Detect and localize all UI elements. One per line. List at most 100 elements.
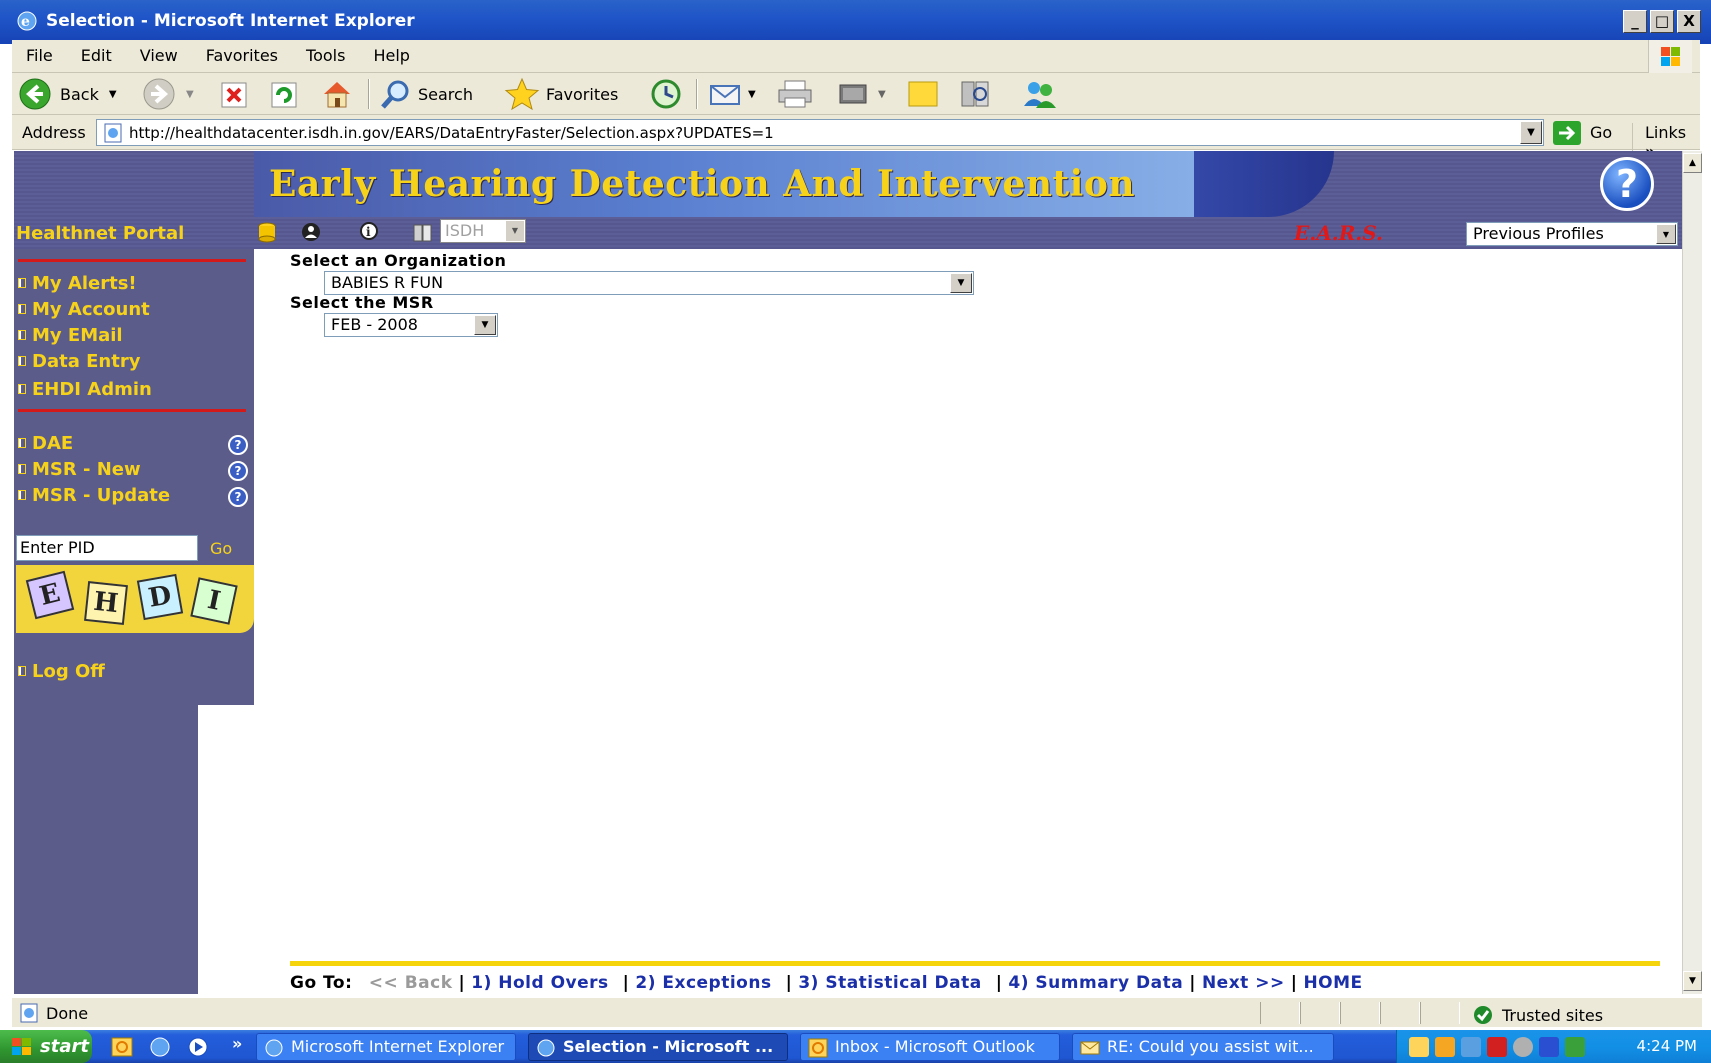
sidebar-item-msr-new[interactable]: MSR - New [18, 459, 141, 480]
menu-view[interactable]: View [126, 40, 192, 65]
address-input[interactable]: http://healthdatacenter.isdh.in.gov/EARS… [96, 119, 1544, 146]
tray-display-icon[interactable] [1539, 1037, 1559, 1057]
edit-button[interactable]: ▼ [836, 77, 886, 111]
sidebar-item-my-account[interactable]: My Account [18, 299, 150, 320]
goto-next-link[interactable]: Next >> [1202, 973, 1285, 993]
goto-home-link[interactable]: HOME [1303, 973, 1362, 993]
database-icon[interactable] [256, 221, 278, 243]
research-icon [961, 81, 989, 107]
close-button[interactable]: X [1677, 10, 1701, 33]
previous-profiles-select[interactable]: Previous Profiles ▼ [1466, 222, 1678, 246]
tray-java-icon[interactable] [1435, 1037, 1455, 1057]
quicklaunch-outlook-icon[interactable] [110, 1036, 134, 1058]
forward-arrow-icon [143, 78, 175, 110]
task-selection-ie[interactable]: Selection - Microsoft ... [528, 1033, 788, 1061]
sidebar-item-my-email[interactable]: My EMail [18, 325, 123, 346]
menu-favorites[interactable]: Favorites [192, 40, 292, 65]
organization-select[interactable]: BABIES R FUN ▼ [324, 271, 974, 295]
tray-antivirus-icon[interactable] [1487, 1037, 1507, 1057]
ie-icon: e [17, 11, 37, 31]
pid-go-button[interactable]: Go [210, 539, 232, 558]
task-email-message[interactable]: RE: Could you assist wit... [1072, 1033, 1334, 1061]
sidebar-item-log-off[interactable]: Log Off [18, 661, 105, 682]
isdh-select[interactable]: ISDH ▼ [440, 219, 526, 243]
discuss-button[interactable] [906, 77, 942, 111]
tray-network-icon[interactable] [1461, 1037, 1481, 1057]
toolbar-separator [696, 79, 698, 109]
task-outlook-inbox[interactable]: Inbox - Microsoft Outlook [800, 1033, 1060, 1061]
goto-exceptions-link[interactable]: 2) Exceptions [635, 973, 771, 993]
msr-select[interactable]: FEB - 2008 ▼ [324, 313, 498, 337]
pid-input[interactable]: Enter PID [16, 535, 198, 561]
tray-outlook-icon[interactable] [1409, 1037, 1429, 1057]
ie-icon [537, 1039, 555, 1057]
address-go-button[interactable]: Go [1552, 119, 1612, 146]
sidebar-item-msr-update[interactable]: MSR - Update [18, 485, 170, 506]
home-button[interactable] [320, 77, 354, 111]
maximize-button[interactable]: □ [1650, 10, 1674, 33]
bullet-icon [18, 490, 26, 500]
chevron-down-icon[interactable]: ▼ [474, 315, 496, 335]
chevron-down-icon[interactable]: ▼ [1656, 224, 1676, 244]
chevron-down-icon[interactable]: ▼ [506, 221, 524, 241]
chevron-down-icon[interactable]: ▼ [748, 89, 756, 100]
server-icon[interactable] [412, 221, 434, 243]
start-button[interactable]: start [0, 1030, 92, 1063]
chevron-down-icon[interactable]: ▼ [878, 89, 886, 100]
page-content: Early Hearing Detection And Intervention… [14, 151, 1682, 994]
window-title-bar[interactable]: e Selection - Microsoft Internet Explore… [0, 0, 1711, 44]
tray-battery-icon[interactable] [1565, 1037, 1585, 1057]
sidebar-item-ehdi-admin[interactable]: EHDI Admin [18, 379, 152, 400]
search-button[interactable]: Search [380, 77, 473, 111]
stop-button[interactable] [220, 77, 250, 111]
chevron-down-icon[interactable]: ▼ [186, 89, 194, 100]
print-button[interactable] [776, 77, 814, 111]
sidebar-item-dae[interactable]: DAE [18, 433, 73, 454]
bullet-icon [18, 666, 26, 676]
clock[interactable]: 4:24 PM [1637, 1037, 1697, 1055]
favorites-button[interactable]: Favorites [504, 77, 618, 111]
menu-edit[interactable]: Edit [67, 40, 126, 65]
back-button[interactable]: Back ▼ [18, 77, 117, 111]
address-dropdown-arrow-icon[interactable]: ▼ [1520, 121, 1542, 144]
goto-statistical-data-link[interactable]: 3) Statistical Data [798, 973, 981, 993]
security-zone[interactable]: Trusted sites [1472, 1004, 1603, 1026]
healthnet-portal-link[interactable]: Healthnet Portal [16, 223, 184, 244]
messenger-button[interactable] [1020, 77, 1060, 111]
scroll-down-arrow-icon[interactable]: ▼ [1683, 971, 1702, 991]
toolbar-separator [368, 79, 370, 109]
task-internet-explorer[interactable]: Microsoft Internet Explorer [256, 1033, 516, 1061]
back-arrow-icon [19, 78, 51, 110]
info-icon[interactable]: i [358, 221, 380, 243]
tray-volume-icon[interactable] [1513, 1037, 1533, 1057]
msr-new-help-icon[interactable]: ? [228, 461, 248, 481]
user-icon[interactable] [300, 221, 322, 243]
goto-summary-data-link[interactable]: 4) Summary Data [1008, 973, 1183, 993]
help-icon[interactable]: ? [1600, 157, 1654, 211]
goto-hold-overs-link[interactable]: 1) Hold Overs [471, 973, 608, 993]
quicklaunch-ie-icon[interactable] [148, 1036, 172, 1058]
quicklaunch-chevron-icon[interactable]: » [232, 1034, 242, 1053]
scroll-up-arrow-icon[interactable]: ▲ [1683, 153, 1702, 173]
mail-button[interactable]: ▼ [708, 77, 756, 111]
quicklaunch-media-icon[interactable] [186, 1036, 210, 1058]
chevron-down-icon[interactable]: ▼ [109, 89, 117, 100]
menu-help[interactable]: Help [359, 40, 423, 65]
sidebar-item-data-entry[interactable]: Data Entry [18, 351, 140, 372]
printer-icon [778, 80, 812, 108]
svg-text:e: e [21, 14, 30, 30]
sidebar-item-my-alerts[interactable]: My Alerts! [18, 273, 137, 294]
chevron-down-icon[interactable]: ▼ [950, 273, 972, 293]
minimize-button[interactable]: _ [1623, 10, 1647, 33]
forward-button[interactable]: ▼ [142, 77, 194, 111]
status-pane [1420, 1002, 1460, 1024]
refresh-icon [271, 82, 297, 108]
research-button[interactable] [958, 77, 994, 111]
refresh-button[interactable] [270, 77, 300, 111]
vertical-scrollbar[interactable]: ▲ ▼ [1682, 151, 1702, 994]
menu-tools[interactable]: Tools [292, 40, 359, 65]
dae-help-icon[interactable]: ? [228, 435, 248, 455]
msr-update-help-icon[interactable]: ? [228, 487, 248, 507]
menu-file[interactable]: File [12, 40, 67, 65]
history-button[interactable] [646, 77, 686, 111]
